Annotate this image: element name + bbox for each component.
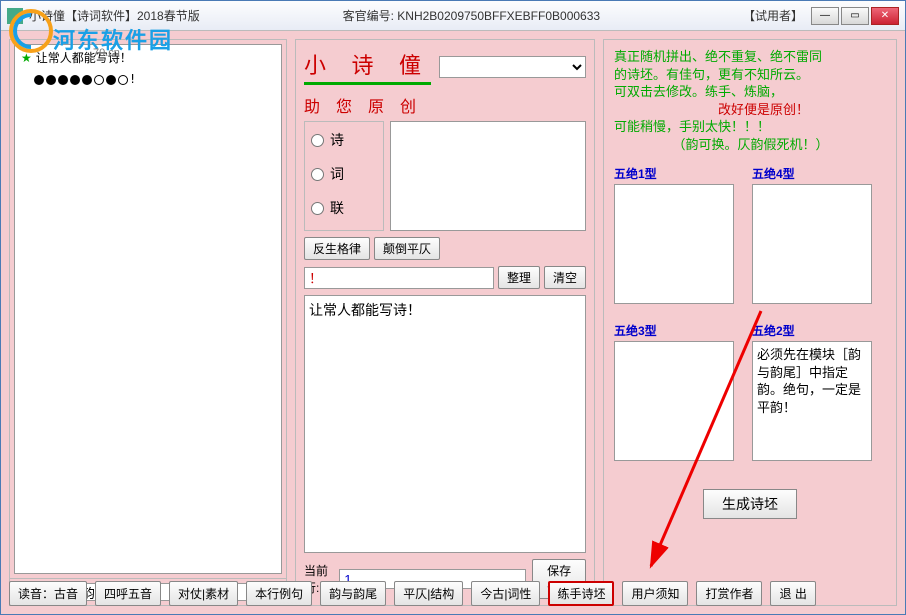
app-window: 小诗僮【诗词软件】2018春节版 客官编号: KNH2B0209750BFFXE… [0, 0, 906, 615]
app-icon [7, 8, 23, 24]
center-panel: 小 诗 僮 助 您 原 创 诗 词 联 反生格律 颠倒平仄 整理 清空 [295, 39, 595, 606]
btn-lianshou[interactable]: 练手诗坯 [548, 581, 614, 606]
btn-fansheng[interactable]: 反生格律 [304, 237, 370, 260]
pattern-box[interactable] [390, 121, 586, 231]
btn-zhengli[interactable]: 整理 [498, 266, 540, 289]
poem-box-3[interactable] [614, 341, 734, 461]
right-panel: 真正随机拼出、绝不重复、绝不雷同 的诗坯。有佳句，更有不知所云。 可双击去修改。… [603, 39, 897, 606]
poem-grid: 五绝1型 五绝4型 五绝3型 五绝2型 必须先在模块［韵与韵尾］中指定韵。绝句，… [614, 165, 886, 461]
customer-id: 客官编号: KNH2B0209750BFFXEBFF0B000633 [200, 7, 743, 24]
star-icon: ★ [21, 51, 32, 65]
bottom-toolbar: 读音：古音 四呼五音 对仗|素材 本行例句 韵与韵尾 平仄|结构 今古|词性 练… [9, 581, 897, 606]
btn-qingkong[interactable]: 清空 [544, 266, 586, 289]
btn-liju[interactable]: 本行例句 [246, 581, 312, 606]
poem-cell-4: 五绝2型 必须先在模块［韵与韵尾］中指定韵。绝句，一定是平韵！ [752, 322, 872, 461]
radio-lian[interactable]: 联 [311, 198, 377, 218]
btn-exit[interactable]: 退 出 [770, 581, 815, 606]
tips-text: 真正随机拼出、绝不重复、绝不雷同 的诗坯。有佳句，更有不知所云。 可双击去修改。… [614, 48, 886, 153]
btn-jingu[interactable]: 今古|词性 [471, 581, 540, 606]
poem-list[interactable]: ★ 让常人都能写诗！ ! [14, 44, 282, 574]
type-radio-group: 诗 词 联 [304, 121, 384, 231]
list-item-label: 让常人都能写诗！ [36, 49, 132, 66]
btn-duizhang[interactable]: 对仗|素材 [169, 581, 238, 606]
tone-pattern: ! [15, 70, 281, 90]
btn-pingze[interactable]: 平仄|结构 [394, 581, 463, 606]
titlebar: 小诗僮【诗词软件】2018春节版 客官编号: KNH2B0209750BFFXE… [1, 1, 905, 31]
list-item[interactable]: ★ 让常人都能写诗！ [15, 45, 281, 70]
window-title: 小诗僮【诗词软件】2018春节版 [29, 7, 200, 24]
poem-cell-1: 五绝1型 [614, 165, 734, 304]
left-panel: ★ 让常人都能写诗！ ! 韵表: [9, 39, 287, 606]
poem-box-2[interactable] [752, 184, 872, 304]
poem-cell-3: 五绝3型 [614, 322, 734, 461]
btn-sihu[interactable]: 四呼五音 [95, 581, 161, 606]
poem-box-4[interactable]: 必须先在模块［韵与韵尾］中指定韵。绝句，一定是平韵！ [752, 341, 872, 461]
poem-box-1[interactable] [614, 184, 734, 304]
close-button[interactable]: ✕ [871, 7, 899, 25]
btn-yunwei[interactable]: 韵与韵尾 [320, 581, 386, 606]
poem-cell-2: 五绝4型 [752, 165, 872, 304]
generate-button[interactable]: 生成诗坯 [703, 489, 797, 519]
app-name: 小 诗 僮 [304, 48, 431, 85]
main-area: ★ 让常人都能写诗！ ! 韵表: 小 诗 僮 助 您 原 创 诗 [1, 31, 905, 614]
btn-duyin[interactable]: 读音：古音 [9, 581, 87, 606]
subtitle: 助 您 原 创 [304, 93, 586, 117]
radio-shi[interactable]: 诗 [311, 130, 377, 150]
minimize-button[interactable]: — [811, 7, 839, 25]
title-combo[interactable] [439, 56, 586, 78]
radio-ci[interactable]: 词 [311, 164, 377, 184]
maximize-button[interactable]: ▭ [841, 7, 869, 25]
btn-dashang[interactable]: 打赏作者 [696, 581, 762, 606]
btn-diandao[interactable]: 颠倒平仄 [374, 237, 440, 260]
btn-xuzhi[interactable]: 用户须知 [622, 581, 688, 606]
trial-badge: 【试用者】 [743, 7, 803, 24]
main-textarea[interactable]: 让常人都能写诗！ [304, 295, 586, 553]
line-input[interactable] [304, 267, 494, 289]
